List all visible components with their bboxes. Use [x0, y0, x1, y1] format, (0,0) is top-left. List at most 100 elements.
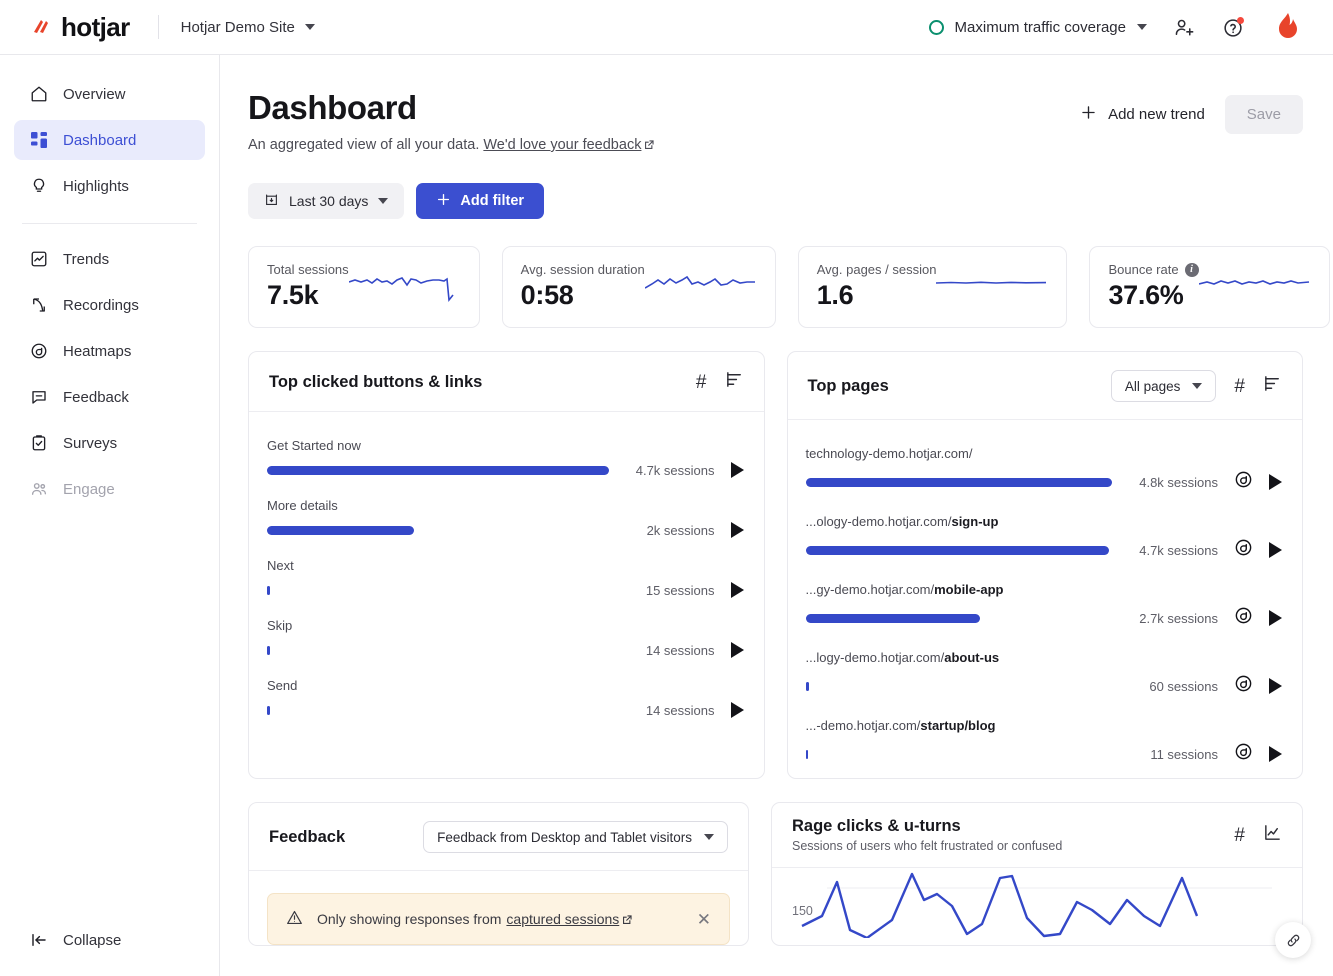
page-row[interactable]: technology-demo.hotjar.com/ 4.8k session… — [805, 446, 1283, 494]
chevron-down-icon — [704, 834, 714, 840]
bar-track — [267, 585, 609, 595]
panel-actions: # — [1234, 823, 1282, 847]
trends-chart-icon — [29, 250, 48, 269]
page-row[interactable]: ...gy-demo.hotjar.com/mobile-app 2.7k se… — [805, 582, 1282, 630]
add-new-trend-button[interactable]: Add new trend — [1074, 96, 1211, 133]
heatmap-icon[interactable] — [1234, 538, 1253, 562]
page-row[interactable]: ...-demo.hotjar.com/startup/blog 11 sess… — [805, 718, 1282, 766]
page-url: ...ology-demo.hotjar.com/sign-up — [806, 514, 1283, 529]
feedback-source-selector[interactable]: Feedback from Desktop and Tablet visitor… — [423, 821, 728, 853]
page-url-prefix: ...-demo.hotjar.com/ — [805, 718, 921, 733]
invite-user-button[interactable] — [1173, 16, 1196, 39]
bar-fill — [267, 645, 270, 655]
clicked-row[interactable]: Get Started now 4.7k sessions — [267, 438, 744, 478]
coverage-label: Maximum traffic coverage — [954, 18, 1126, 36]
add-filter-button[interactable]: Add filter — [416, 183, 545, 219]
kpi-card-total-sessions[interactable]: Total sessions 7.5k — [248, 246, 480, 328]
play-recording-button[interactable] — [1269, 678, 1282, 694]
sidebar-item-feedback[interactable]: Feedback — [14, 377, 205, 417]
page-subtitle: An aggregated view of all your data. We'… — [248, 137, 655, 154]
clicked-label: Get Started now — [267, 438, 361, 453]
sidebar-item-label: Surveys — [63, 434, 118, 452]
help-button[interactable] — [1222, 16, 1245, 39]
date-range-selector[interactable]: Last 30 days — [248, 183, 405, 219]
play-recording-button[interactable] — [730, 462, 744, 478]
play-recording-button[interactable] — [730, 702, 744, 718]
traffic-coverage-selector[interactable]: Maximum traffic coverage — [928, 18, 1147, 36]
play-recording-button[interactable] — [1269, 542, 1282, 558]
sidebar-item-label: Highlights — [63, 177, 129, 195]
coverage-status-icon — [928, 19, 944, 35]
clicked-row[interactable]: Skip 14 sessions — [267, 618, 744, 658]
heatmap-icon[interactable] — [1234, 606, 1253, 630]
bar-track — [805, 681, 1113, 691]
sidebar-item-surveys[interactable]: Surveys — [14, 423, 205, 463]
sessions-count: 14 sessions — [645, 702, 715, 718]
add-new-trend-label: Add new trend — [1108, 106, 1205, 123]
panel-title: Top pages — [807, 376, 889, 395]
heatmap-icon[interactable] — [1234, 674, 1253, 698]
heatmap-icon — [29, 342, 48, 361]
play-recording-button[interactable] — [1269, 610, 1282, 626]
site-selector[interactable]: Hotjar Demo Site — [181, 19, 315, 36]
sidebar-item-heatmaps[interactable]: Heatmaps — [14, 331, 205, 371]
hash-icon[interactable]: # — [696, 373, 707, 392]
hotjar-logo[interactable]: hotjar — [30, 12, 130, 43]
collapse-sidebar-button[interactable]: Collapse — [14, 920, 205, 960]
bar-list-icon[interactable] — [1263, 374, 1282, 398]
kpi-value: 37.6% — [1108, 280, 1184, 310]
line-chart-icon[interactable] — [1263, 823, 1282, 847]
play-recording-button[interactable] — [730, 522, 744, 538]
sidebar-item-trends[interactable]: Trends — [14, 239, 205, 279]
sidebar-item-label: Engage — [63, 480, 115, 498]
kpi-card-avg-pages-session[interactable]: Avg. pages / session 1.6 — [797, 246, 1068, 328]
all-pages-selector[interactable]: All pages — [1110, 370, 1217, 402]
page-row[interactable]: ...ology-demo.hotjar.com/sign-up 4.7k se… — [805, 514, 1283, 562]
bar-list-icon[interactable] — [725, 370, 744, 394]
bar-fill — [805, 749, 809, 759]
captured-sessions-link[interactable]: captured sessions — [506, 911, 619, 927]
clicked-row[interactable]: More details 2k sessions — [267, 498, 744, 538]
external-link-icon — [622, 912, 633, 928]
heatmap-icon[interactable] — [1234, 470, 1253, 494]
play-recording-button[interactable] — [730, 582, 744, 598]
panel-actions: Feedback from Desktop and Tablet visitor… — [423, 821, 728, 853]
sparkline-avg-pages-session — [936, 268, 1048, 309]
avatar[interactable] — [1271, 10, 1305, 44]
play-recording-button[interactable] — [1269, 746, 1282, 762]
panel-header: Top clicked buttons & links # — [249, 352, 764, 412]
page-row[interactable]: ...logy-demo.hotjar.com/about-us 60 sess… — [805, 650, 1282, 698]
clicked-row[interactable]: Send 14 sessions — [267, 678, 744, 718]
sidebar-item-label: Feedback — [63, 388, 129, 406]
hash-icon[interactable]: # — [1234, 377, 1245, 396]
hash-icon[interactable]: # — [1234, 826, 1245, 845]
feedback-link[interactable]: We'd love your feedback — [483, 137, 641, 153]
sidebar-item-overview[interactable]: Overview — [14, 74, 205, 114]
page-title: Dashboard — [248, 89, 417, 126]
bar-track — [805, 545, 1113, 555]
page-url: technology-demo.hotjar.com/ — [806, 446, 1283, 461]
page-url-prefix: ...gy-demo.hotjar.com/ — [805, 582, 935, 597]
heatmap-icon[interactable] — [1234, 742, 1253, 766]
save-button[interactable]: Save — [1224, 95, 1303, 134]
site-name-label: Hotjar Demo Site — [180, 18, 295, 36]
play-recording-button[interactable] — [730, 642, 744, 658]
kpi-card-bounce-rate[interactable]: Bounce rate i 37.6% — [1089, 246, 1330, 328]
sidebar-item-highlights[interactable]: Highlights — [14, 166, 205, 206]
panel-title: Top clicked buttons & links — [269, 372, 483, 391]
sidebar-item-dashboard[interactable]: Dashboard — [14, 120, 205, 160]
main-content: Dashboard An aggregated view of all your… — [220, 55, 1333, 976]
sidebar-item-engage[interactable]: Engage — [14, 469, 205, 509]
kpi-label: Bounce rate i — [1108, 262, 1199, 277]
kpi-card-avg-session-duration[interactable]: Avg. session duration 0:58 — [501, 246, 776, 328]
sessions-count: 2k sessions — [646, 522, 715, 538]
close-icon[interactable]: ✕ — [697, 911, 711, 928]
play-recording-button[interactable] — [1269, 474, 1282, 490]
share-link-button[interactable] — [1275, 922, 1311, 958]
bar-fill — [267, 465, 609, 475]
bottom-panels-row: Feedback Feedback from Desktop and Table… — [248, 802, 1311, 958]
sidebar-item-recordings[interactable]: Recordings — [14, 285, 205, 325]
panel-header: Top pages All pages # — [787, 352, 1302, 420]
clicked-row[interactable]: Next 15 sessions — [267, 558, 744, 598]
info-icon[interactable]: i — [1184, 262, 1199, 277]
